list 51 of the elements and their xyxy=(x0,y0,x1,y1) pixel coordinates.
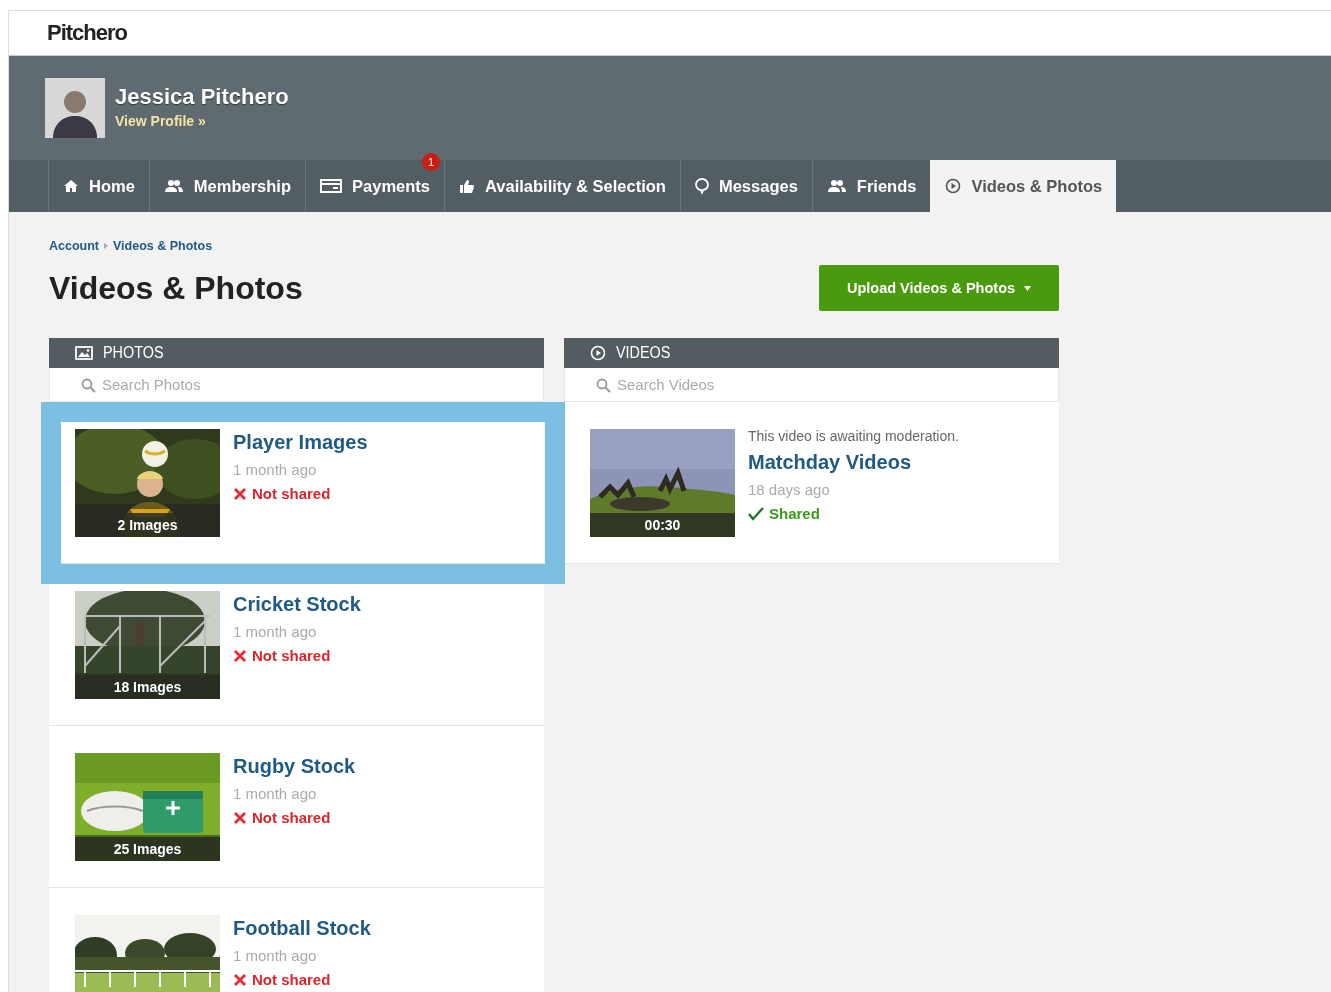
not-shared-status: Not shared xyxy=(252,647,331,664)
search-icon xyxy=(596,378,611,393)
image-count: 2 Images xyxy=(117,517,178,533)
panel-title: PHOTOS xyxy=(103,344,164,362)
logo[interactable]: Pitchero xyxy=(47,20,128,46)
chevron-icon xyxy=(104,243,108,249)
nav-tab[interactable]: Membership xyxy=(148,160,306,212)
video-duration: 00:30 xyxy=(644,517,681,533)
play-circle-icon xyxy=(945,178,962,194)
speech-bubble-icon xyxy=(694,178,709,194)
profile-name: Jessica Pitchero xyxy=(115,83,289,110)
image-icon xyxy=(75,346,93,360)
image-count: 25 Images xyxy=(113,841,182,857)
breadcrumb-link[interactable]: Videos & Photos xyxy=(113,239,213,253)
album-title[interactable]: Matchday Videos xyxy=(748,451,959,474)
date-label: 1 month ago xyxy=(233,623,318,640)
people-icon xyxy=(826,179,847,193)
search-field[interactable]: Search Photos xyxy=(49,368,544,402)
not-shared-status: Not shared xyxy=(252,971,331,988)
not-shared-status: Not shared xyxy=(252,809,331,826)
date-label: 1 month ago xyxy=(233,947,318,964)
not-shared-status: Not shared xyxy=(252,485,331,502)
card-icon xyxy=(320,179,343,193)
nav-tab[interactable]: Home xyxy=(48,160,149,212)
page-title: Videos & Photos xyxy=(49,269,303,307)
date-label: 18 days ago xyxy=(748,481,831,498)
breadcrumb-link[interactable]: Account xyxy=(49,239,99,253)
image-count: 18 Images xyxy=(113,679,182,695)
home-icon xyxy=(63,179,79,193)
upload-button[interactable]: Upload Videos & Photos xyxy=(819,265,1059,311)
album-title[interactable]: Football Stock xyxy=(233,917,371,940)
people-icon xyxy=(163,179,184,193)
notification-badge: 1 xyxy=(422,153,440,171)
view-profile-link[interactable]: View Profile » xyxy=(115,112,289,129)
play-circle-icon xyxy=(590,345,606,361)
moderation-notice: This video is awaiting moderation. xyxy=(748,428,959,444)
shared-status: Shared xyxy=(769,505,820,522)
avatar xyxy=(45,78,105,138)
nav-tab[interactable]: Messages xyxy=(679,160,812,212)
thumbs-up-icon xyxy=(459,179,475,193)
panel-title: VIDEOS xyxy=(616,344,671,362)
date-label: 1 month ago xyxy=(233,785,318,802)
search-icon xyxy=(81,378,96,393)
album-title[interactable]: Player Images xyxy=(233,431,368,454)
caret-icon xyxy=(1024,285,1032,291)
album-title[interactable]: Cricket Stock xyxy=(233,593,361,616)
date-label: 1 month ago xyxy=(233,461,318,478)
nav-tab[interactable]: Videos & Photos xyxy=(930,160,1117,212)
nav-tab[interactable]: Availability & Selection xyxy=(444,160,680,212)
album-title[interactable]: Rugby Stock xyxy=(233,755,356,778)
search-field[interactable]: Search Videos xyxy=(564,368,1059,402)
